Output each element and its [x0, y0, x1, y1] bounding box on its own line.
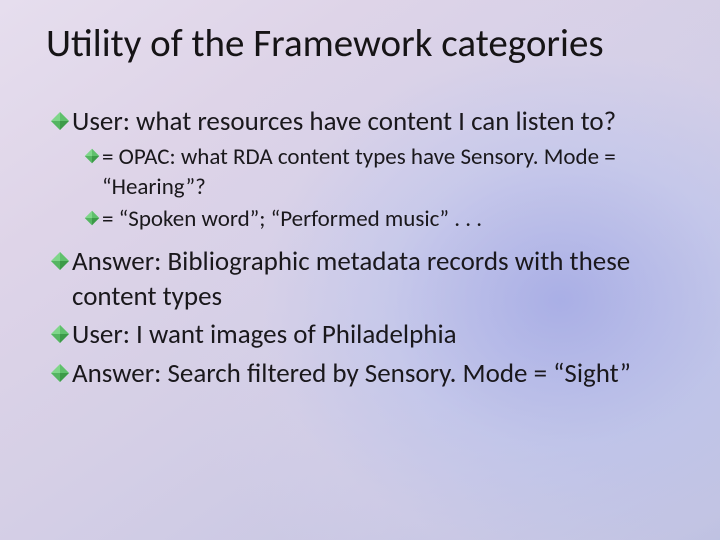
- slide-title: Utility of the Framework categories: [46, 22, 684, 67]
- bullet-lvl1: User: I want images of Philadelphia: [50, 318, 684, 353]
- bullet-lvl1: Answer: Bibliographic metadata records w…: [50, 245, 684, 314]
- bullet-text: Answer: Bibliographic metadata records w…: [72, 245, 684, 314]
- diamond-bullet-icon: [50, 363, 72, 385]
- diamond-bullet-icon: [84, 148, 102, 166]
- diamond-bullet-icon: [50, 251, 72, 273]
- bullet-lvl1: Answer: Search filtered by Sensory. Mode…: [50, 357, 684, 392]
- bullet-text: User: I want images of Philadelphia: [72, 318, 684, 353]
- slide-body: User: what resources have content I can …: [50, 105, 684, 391]
- diamond-bullet-icon: [50, 111, 72, 133]
- bullet-text: = “Spoken word”; “Performed music” . . .: [102, 205, 684, 235]
- bullet-lvl1: User: what resources have content I can …: [50, 105, 684, 140]
- bullet-lvl2: = “Spoken word”; “Performed music” . . .: [84, 205, 684, 235]
- bullet-text: User: what resources have content I can …: [72, 105, 684, 140]
- diamond-bullet-icon: [50, 324, 72, 346]
- bullet-lvl2: = OPAC: what RDA content types have Sens…: [84, 143, 684, 203]
- bullet-text: = OPAC: what RDA content types have Sens…: [102, 143, 684, 203]
- diamond-bullet-icon: [84, 210, 102, 228]
- slide: Utility of the Framework categories User…: [0, 0, 720, 540]
- bullet-text: Answer: Search filtered by Sensory. Mode…: [72, 357, 684, 392]
